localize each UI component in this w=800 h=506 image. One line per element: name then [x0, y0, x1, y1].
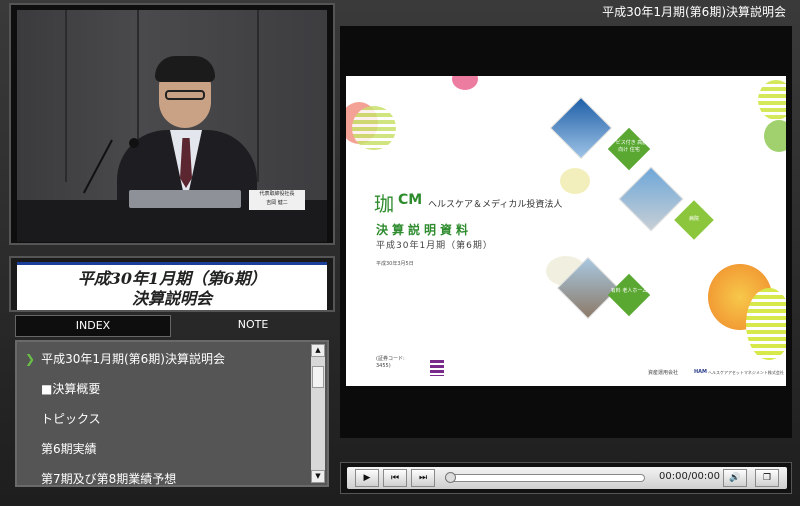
speaker-glasses: [165, 90, 205, 100]
scroll-up-icon[interactable]: ▲: [311, 344, 325, 357]
speaker-video[interactable]: 代表取締役社長 吉岡 健二: [9, 3, 335, 245]
tab-bar: INDEX NOTE: [15, 315, 331, 337]
restore-window-icon: ❐: [762, 473, 772, 483]
category-diamond: [607, 273, 651, 317]
presentation-slide: サービス付き 高齢者向け 住宅 病院 有料 老人ホーム 珈 CM ヘルスケア＆メ…: [346, 76, 786, 386]
event-title-line1: 平成30年1月期（第6期）: [77, 269, 267, 288]
speaker-icon: 🔊: [729, 473, 741, 483]
slide-logo-text: CM: [398, 192, 423, 208]
skip-forward-icon: ⏭: [418, 473, 428, 483]
wall-panel-line: [65, 10, 67, 182]
slide-title: 決算説明資料: [376, 223, 473, 237]
index-item-label: 第6期実績: [41, 442, 97, 456]
index-item[interactable]: トピックス: [41, 406, 101, 432]
building-photo-diamond: [549, 96, 613, 160]
play-button[interactable]: ▶: [355, 469, 379, 487]
index-item[interactable]: 第7期及び第8期業績予想: [41, 466, 177, 486]
media-controls: ▶ ⏮ ⏭ 00:00/00:00 🔊 ❐: [340, 462, 792, 494]
decor-blob: [560, 168, 590, 194]
video-frame: 代表取締役社長 吉岡 健二: [17, 10, 327, 242]
index-list: ❯ 平成30年1月期(第6期)決算説明会 ■決算概要 トピックス 第6期実績 第7…: [15, 340, 329, 487]
skip-back-icon: ⏮: [390, 473, 400, 483]
decor-blob: [352, 106, 396, 150]
time-display: 00:00/00:00: [659, 471, 721, 482]
nameplate-role: 代表取締役社長: [259, 191, 295, 197]
slide-date: 平成30年3月5日: [376, 261, 414, 267]
index-item-label: 第7期及び第8期業績予想: [41, 472, 177, 486]
slide-subtitle: 平成30年1月期（第6期）: [376, 241, 493, 251]
volume-button[interactable]: 🔊: [723, 469, 747, 487]
tab-note[interactable]: NOTE: [175, 315, 331, 335]
control-bar: ▶ ⏮ ⏭ 00:00/00:00 🔊 ❐: [347, 467, 787, 489]
seek-handle[interactable]: [445, 472, 456, 483]
seek-track[interactable]: [445, 474, 645, 482]
scroll-thumb[interactable]: [312, 366, 324, 388]
play-icon: ▶: [363, 473, 371, 483]
tab-index[interactable]: INDEX: [15, 315, 171, 337]
index-scrollbar[interactable]: ▲ ▼: [311, 344, 325, 483]
slide-code-line2: 3455): [376, 363, 391, 369]
category-label: 有料 老人ホーム: [610, 288, 648, 294]
index-item-label: ■決算概要: [41, 382, 101, 396]
slide-asset-manager: 資産運用会社: [648, 370, 679, 376]
index-item[interactable]: ❯ 平成30年1月期(第6期)決算説明会: [25, 346, 225, 372]
category-label: サービス付き 高齢者向け 住宅: [605, 140, 653, 153]
decor-blob: [764, 120, 786, 152]
decor-blob: [452, 76, 478, 90]
slide-code-line1: (証券コード:: [376, 356, 405, 362]
index-item-label: 平成30年1月期(第6期)決算説明会: [41, 352, 225, 366]
event-title-card: 平成30年1月期（第6期） 決算説明会: [17, 262, 327, 310]
event-title: 平成30年1月期（第6期） 決算説明会: [17, 269, 327, 309]
window-mode-button[interactable]: ❐: [755, 469, 779, 487]
player-window: 代表取締役社長 吉岡 健二 平成30年1月期（第6期） 決算説明会 INDEX …: [0, 0, 800, 506]
window-title: 平成30年1月期(第6期)決算説明会: [602, 5, 786, 19]
slide-viewer: サービス付き 高齢者向け 住宅 病院 有料 老人ホーム 珈 CM ヘルスケア＆メ…: [340, 26, 792, 438]
microphone-icon: [82, 139, 113, 194]
index-item-label: トピックス: [41, 412, 101, 426]
speaker-nameplate: 代表取締役社長 吉岡 健二: [249, 190, 305, 210]
slide-logo-mark: 珈: [374, 192, 394, 216]
laptop: [129, 190, 241, 208]
event-title-line2: 決算説明会: [131, 289, 212, 308]
next-button[interactable]: ⏭: [411, 469, 435, 487]
index-item[interactable]: ■決算概要: [41, 376, 100, 402]
scroll-down-icon[interactable]: ▼: [311, 470, 325, 483]
previous-button[interactable]: ⏮: [383, 469, 407, 487]
index-item[interactable]: 第6期実績: [41, 436, 97, 462]
slide-company-name: ヘルスケア＆メディカル投資法人: [428, 200, 563, 210]
category-label: 病院: [688, 216, 699, 222]
slide-securities-code: (証券コード: 3455): [376, 356, 405, 370]
slide-ham-company: ヘルスケアアセットマネジメント株式会社: [708, 370, 784, 375]
left-column: 代表取締役社長 吉岡 健二 平成30年1月期（第6期） 決算説明会 INDEX …: [9, 3, 335, 493]
nameplate-name: 吉岡 健二: [266, 200, 288, 206]
wall-panel-line: [257, 10, 259, 182]
decor-blob: [746, 288, 786, 360]
sponsor-logo-icon: [430, 360, 444, 376]
decor-blob: [758, 80, 786, 120]
slide-ham-logo: HAM: [694, 369, 708, 375]
chevron-right-icon: ❯: [25, 352, 36, 366]
event-title-panel: 平成30年1月期（第6期） 決算説明会: [9, 256, 335, 312]
microphone-head: [129, 138, 139, 148]
speaker-hair: [155, 56, 215, 82]
